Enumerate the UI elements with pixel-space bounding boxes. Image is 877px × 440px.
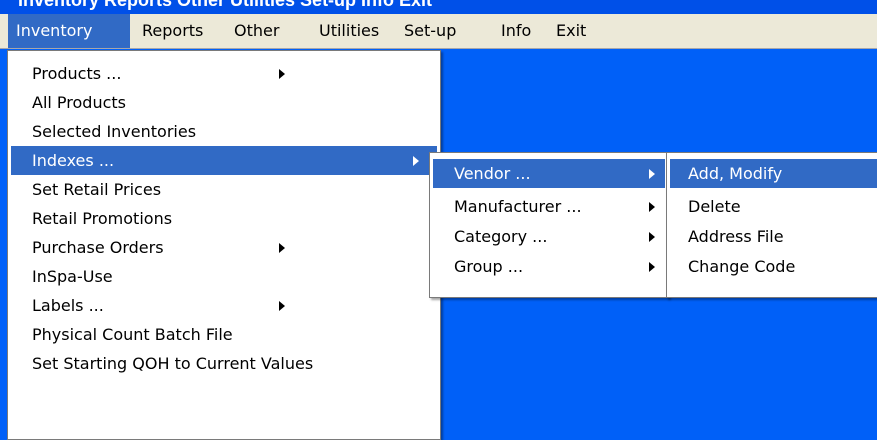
menu-item-labels[interactable]: Labels ... bbox=[11, 291, 437, 320]
menu-item-physical-count-batch-file[interactable]: Physical Count Batch File bbox=[11, 320, 437, 349]
menu-item-label: Retail Promotions bbox=[32, 209, 173, 228]
submenu-item-add-modify[interactable]: Add, Modify bbox=[670, 159, 877, 188]
menu-item-label: Address File bbox=[688, 227, 784, 246]
vendor-submenu: Add, Modify Delete Address File Change C… bbox=[666, 152, 877, 298]
menu-item-label: Category ... bbox=[454, 227, 548, 246]
menu-item-label: Selected Inventories bbox=[32, 122, 197, 141]
menu-item-selected-inventories[interactable]: Selected Inventories bbox=[11, 117, 437, 146]
menu-item-label: Change Code bbox=[688, 257, 796, 276]
menu-inventory[interactable]: Inventory bbox=[8, 14, 130, 48]
menu-item-label: InSpa-Use bbox=[32, 267, 113, 286]
menu-item-indexes[interactable]: Indexes ... bbox=[11, 146, 437, 175]
menu-reports[interactable]: Reports bbox=[134, 14, 211, 48]
menu-info[interactable]: Info bbox=[493, 14, 539, 48]
menu-item-label: Group ... bbox=[454, 257, 524, 276]
menu-item-label: Indexes ... bbox=[32, 151, 115, 170]
menu-exit[interactable]: Exit bbox=[548, 14, 594, 48]
submenu-arrow-icon bbox=[279, 301, 285, 311]
submenu-item-change-code[interactable]: Change Code bbox=[670, 252, 874, 281]
menu-item-label: Labels ... bbox=[32, 296, 104, 315]
menu-utilities[interactable]: Utilities bbox=[311, 14, 387, 48]
submenu-item-address-file[interactable]: Address File bbox=[670, 222, 874, 251]
submenu-arrow-icon bbox=[279, 69, 285, 79]
menu-item-label: Purchase Orders bbox=[32, 238, 164, 257]
inventory-menu: Products ... All Products Selected Inven… bbox=[7, 50, 441, 440]
title-bar: Inventory Reports Other Utilities Set-up… bbox=[0, 0, 877, 14]
submenu-item-category[interactable]: Category ... bbox=[433, 222, 665, 251]
indexes-submenu: Vendor ... Manufacturer ... Category ...… bbox=[429, 152, 669, 298]
menu-item-products[interactable]: Products ... bbox=[11, 59, 437, 88]
menu-item-label: All Products bbox=[32, 93, 127, 112]
submenu-arrow-icon bbox=[649, 202, 655, 212]
menu-item-label: Physical Count Batch File bbox=[32, 325, 233, 344]
menu-item-inspa-use[interactable]: InSpa-Use bbox=[11, 262, 437, 291]
menu-setup[interactable]: Set-up bbox=[396, 14, 464, 48]
submenu-item-delete[interactable]: Delete bbox=[670, 192, 874, 221]
menu-item-all-products[interactable]: All Products bbox=[11, 88, 437, 117]
title-bar-caption: Inventory Reports Other Utilities Set-up… bbox=[18, 0, 433, 10]
menu-item-set-starting-qoh[interactable]: Set Starting QOH to Current Values bbox=[11, 349, 437, 378]
submenu-arrow-icon bbox=[649, 169, 655, 179]
submenu-arrow-icon bbox=[279, 243, 285, 253]
menu-item-label: Products ... bbox=[32, 64, 122, 83]
menu-item-purchase-orders[interactable]: Purchase Orders bbox=[11, 233, 437, 262]
submenu-item-group[interactable]: Group ... bbox=[433, 252, 665, 281]
menu-item-set-retail-prices[interactable]: Set Retail Prices bbox=[11, 175, 437, 204]
menu-item-label: Set Retail Prices bbox=[32, 180, 162, 199]
menu-other[interactable]: Other bbox=[226, 14, 287, 48]
menu-item-label: Add, Modify bbox=[688, 164, 783, 183]
menu-item-label: Manufacturer ... bbox=[454, 197, 582, 216]
menu-item-label: Delete bbox=[688, 197, 741, 216]
submenu-arrow-icon bbox=[413, 156, 419, 166]
menu-item-retail-promotions[interactable]: Retail Promotions bbox=[11, 204, 437, 233]
submenu-item-vendor[interactable]: Vendor ... bbox=[433, 159, 665, 188]
submenu-arrow-icon bbox=[649, 262, 655, 272]
menu-item-label: Vendor ... bbox=[454, 164, 531, 183]
menu-bar: Inventory Reports Other Utilities Set-up… bbox=[0, 14, 877, 49]
submenu-item-manufacturer[interactable]: Manufacturer ... bbox=[433, 192, 665, 221]
menu-item-label: Set Starting QOH to Current Values bbox=[32, 354, 314, 373]
submenu-arrow-icon bbox=[649, 232, 655, 242]
